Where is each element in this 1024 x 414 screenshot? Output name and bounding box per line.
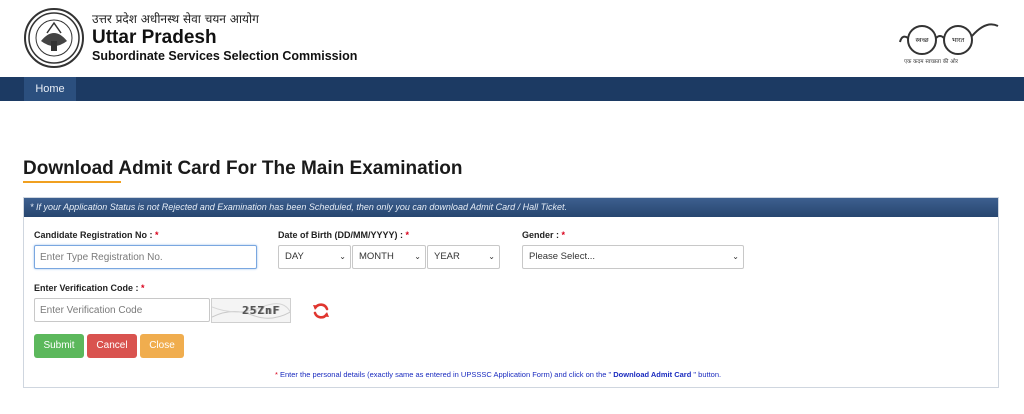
dob-year-select[interactable]: YEAR ⌄: [427, 245, 500, 269]
captcha-text: 25ZnF: [242, 304, 281, 317]
dob-label-text: Date of Birth (DD/MM/YYYY) :: [278, 230, 403, 240]
gender-select[interactable]: Please Select... ⌄: [522, 245, 744, 269]
registration-input[interactable]: [34, 245, 257, 269]
cancel-button[interactable]: Cancel: [87, 334, 137, 358]
title-block: उत्तर प्रदेश अधीनस्थ सेवा चयन आयोग Uttar…: [92, 12, 357, 64]
footnote-text: Enter the personal details (exactly same…: [277, 370, 612, 379]
registration-label-text: Candidate Registration No :: [34, 230, 153, 240]
footnote-bold: Download Admit Card: [611, 370, 692, 379]
site-header: उत्तर प्रदेश अधीनस्थ सेवा चयन आयोग Uttar…: [0, 0, 1024, 77]
swachh-tagline: एक कदम स्वच्छता की ओर: [904, 59, 958, 65]
title-underline: [23, 181, 121, 183]
captcha-image: 25ZnF: [211, 298, 291, 323]
required-mark: *: [155, 230, 159, 240]
page-title: Download Admit Card For The Main Examina…: [23, 158, 463, 179]
dob-month-value: MONTH: [359, 251, 394, 262]
up-emblem-icon: [24, 8, 84, 68]
verification-input[interactable]: [34, 298, 210, 322]
dob-month-select[interactable]: MONTH ⌄: [352, 245, 426, 269]
admit-card-form-panel: * If your Application Status is not Reje…: [23, 197, 999, 388]
chevron-down-icon: ⌄: [339, 252, 346, 261]
dob-day-select[interactable]: DAY ⌄: [278, 245, 351, 269]
chevron-down-icon: ⌄: [732, 252, 739, 261]
org-title: Uttar Pradesh: [92, 27, 217, 48]
swachh-right-text: भारत: [952, 36, 965, 44]
refresh-icon[interactable]: [311, 301, 331, 321]
dob-year-value: YEAR: [434, 251, 460, 262]
notice-bar: * If your Application Status is not Reje…: [24, 198, 998, 217]
nav-home-link[interactable]: Home: [24, 77, 76, 101]
org-hindi-name: उत्तर प्रदेश अधीनस्थ सेवा चयन आयोग: [92, 12, 259, 26]
chevron-down-icon: ⌄: [414, 252, 421, 261]
verification-label-text: Enter Verification Code :: [34, 283, 139, 293]
close-button[interactable]: Close: [140, 334, 184, 358]
required-mark: *: [141, 283, 145, 293]
dob-day-value: DAY: [285, 251, 304, 262]
gender-label: Gender : *: [522, 230, 565, 240]
swachh-left-text: स्वच्छ: [915, 36, 929, 44]
required-mark: *: [561, 230, 566, 240]
gender-value: Please Select...: [529, 251, 596, 262]
required-mark: *: [405, 230, 410, 240]
footnote: * Enter the personal details (exactly sa…: [275, 370, 721, 379]
chevron-down-icon: ⌄: [488, 252, 495, 261]
submit-button[interactable]: Submit: [34, 334, 84, 358]
gender-label-text: Gender :: [522, 230, 560, 240]
dob-label: Date of Birth (DD/MM/YYYY) : *: [278, 230, 409, 240]
registration-label: Candidate Registration No : *: [34, 230, 159, 240]
main-navbar: Home: [0, 77, 1024, 101]
verification-label: Enter Verification Code : *: [34, 283, 145, 293]
org-subtitle: Subordinate Services Selection Commissio…: [92, 49, 358, 63]
footnote-text-after: " button.: [691, 370, 722, 379]
